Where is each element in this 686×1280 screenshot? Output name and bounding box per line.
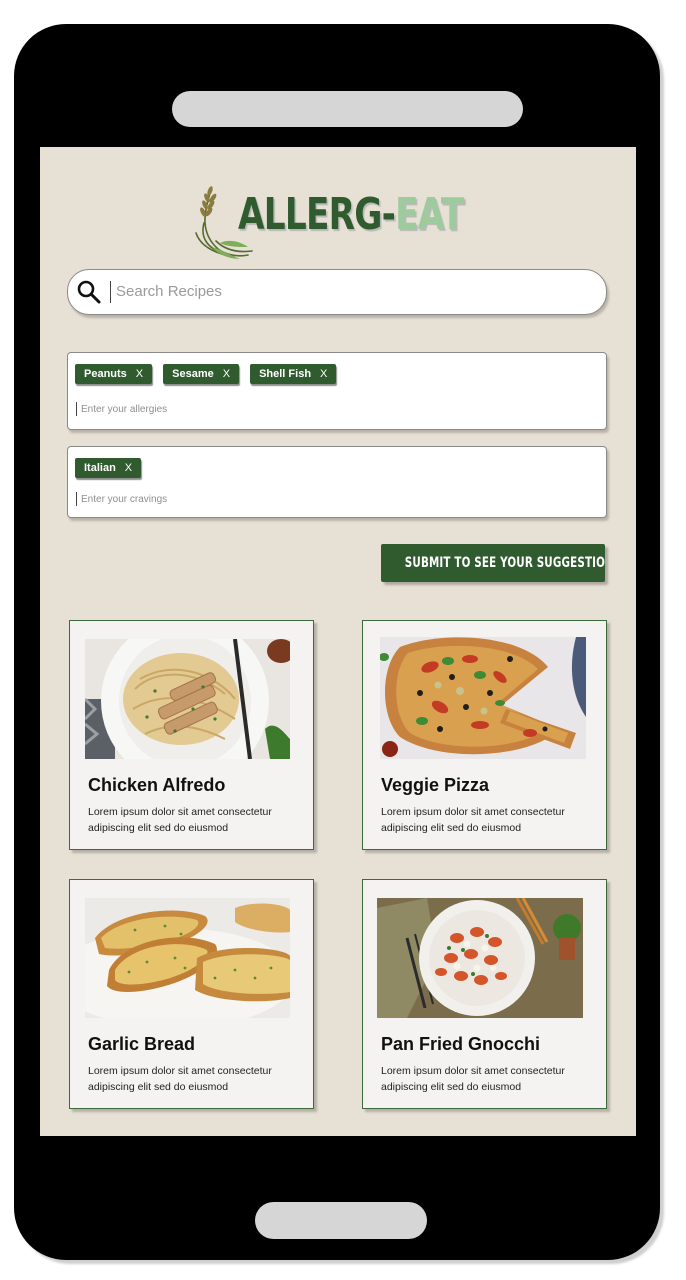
app-logo: ALLERG-EAT [190,183,490,263]
allergy-tag[interactable]: Shell Fish X [250,364,337,384]
recipe-card[interactable]: Garlic Bread Lorem ipsum dolor sit amet … [69,879,314,1109]
remove-tag-button[interactable]: X [223,364,230,384]
app-screen: ALLERG-EAT Search Recipes Peanuts X Sesa… [40,147,636,1136]
search-bar[interactable]: Search Recipes [67,269,607,315]
cravings-caret [76,492,77,506]
recipe-card[interactable]: Pan Fried Gnocchi Lorem ipsum dolor sit … [362,879,607,1109]
search-caret [110,281,111,303]
phone-home-button[interactable] [255,1202,427,1239]
recipe-title[interactable]: Chicken Alfredo [88,775,225,796]
recipe-title[interactable]: Garlic Bread [88,1034,195,1055]
app-name: ALLERG-EAT [238,189,464,240]
recipe-image [380,637,586,759]
recipe-title[interactable]: Veggie Pizza [381,775,489,796]
recipe-card[interactable]: Chicken Alfredo Lorem ipsum dolor sit am… [69,620,314,850]
cravings-input[interactable]: Italian X Enter your cravings [67,446,607,518]
recipe-description: Lorem ipsum dolor sit amet consectetur a… [381,806,565,834]
allergy-tag-label: Peanuts [84,368,127,380]
remove-tag-button[interactable]: X [125,458,132,478]
app-name-part1: ALLERG- [238,189,396,240]
remove-tag-button[interactable]: X [136,364,143,384]
recipe-image [85,639,290,759]
allergy-tag-label: Sesame [172,368,214,380]
craving-tags: Italian X [75,458,142,478]
allergies-placeholder[interactable]: Enter your allergies [81,404,167,415]
allergy-tag[interactable]: Sesame X [163,364,240,384]
craving-tag-label: Italian [84,462,116,474]
recipe-description: Lorem ipsum dolor sit amet consectetur a… [88,806,272,834]
recipe-image [85,898,290,1018]
allergy-tag-label: Shell Fish [259,368,312,380]
app-name-part2: EAT [395,189,464,240]
recipe-card[interactable]: Veggie Pizza Lorem ipsum dolor sit amet … [362,620,607,850]
craving-tag[interactable]: Italian X [75,458,142,478]
allergies-caret [76,402,77,416]
cravings-placeholder[interactable]: Enter your cravings [81,494,167,505]
search-icon[interactable] [76,279,102,305]
submit-button-label: SUBMIT TO SEE YOUR SUGGESTIONS [404,555,605,571]
allergies-input[interactable]: Peanuts X Sesame X Shell Fish X Enter yo… [67,352,607,430]
recipe-description: Lorem ipsum dolor sit amet consectetur a… [381,1065,565,1093]
allergy-tag[interactable]: Peanuts X [75,364,153,384]
remove-tag-button[interactable]: X [320,364,327,384]
submit-button[interactable]: SUBMIT TO SEE YOUR SUGGESTIONS [381,544,605,582]
search-placeholder[interactable]: Search Recipes [116,283,222,300]
recipe-image [377,898,583,1018]
phone-speaker [172,91,523,127]
recipe-description: Lorem ipsum dolor sit amet consectetur a… [88,1065,272,1093]
allergy-tags: Peanuts X Sesame X Shell Fish X [75,364,337,384]
recipe-title[interactable]: Pan Fried Gnocchi [381,1034,540,1055]
